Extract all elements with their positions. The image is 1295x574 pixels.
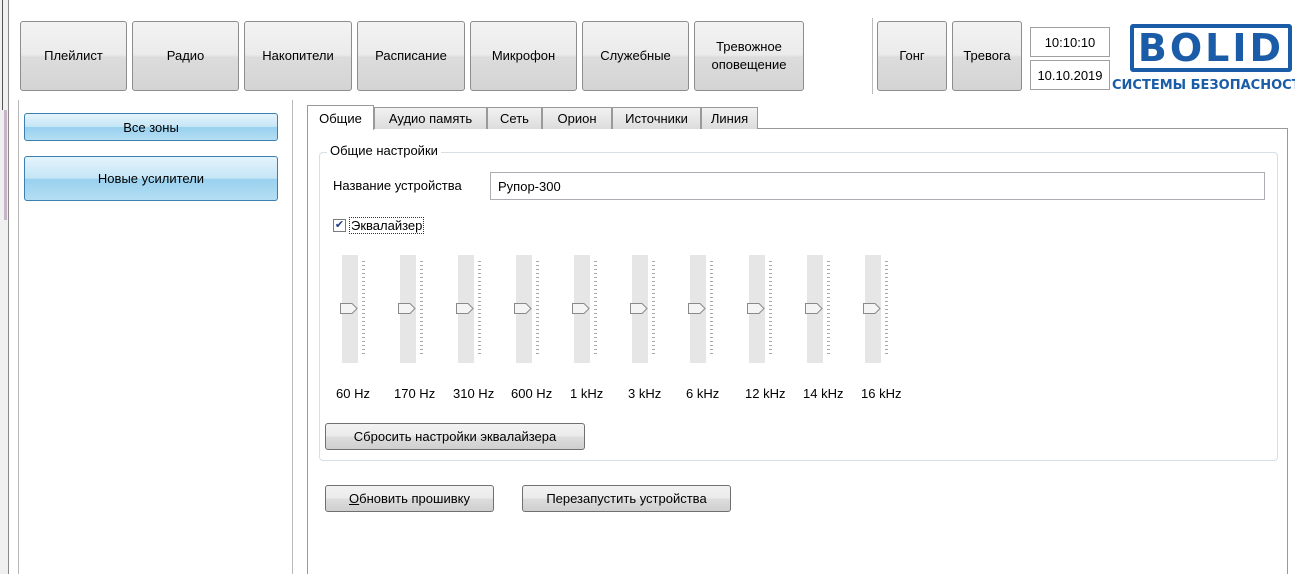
eq-band-label: 14 kHz xyxy=(803,386,844,401)
tab-line[interactable]: Линия xyxy=(701,107,758,129)
zone-all-button[interactable]: Все зоны xyxy=(24,113,278,141)
eq-slider-thumb[interactable] xyxy=(688,302,706,314)
eq-slider[interactable] xyxy=(630,255,656,363)
checkmark-icon: ✔ xyxy=(334,219,345,231)
tab-network[interactable]: Сеть xyxy=(487,107,542,129)
eq-slider[interactable] xyxy=(456,255,482,363)
window-left-edge xyxy=(0,0,8,574)
eq-slider-ticks xyxy=(420,261,423,357)
equalizer-checkbox[interactable]: ✔ xyxy=(333,219,346,232)
logo-brand: BOLID xyxy=(1130,24,1292,72)
schedule-button[interactable]: Расписание xyxy=(357,21,465,91)
eq-band-label: 1 kHz xyxy=(570,386,604,401)
device-name-value: Рупор-300 xyxy=(498,178,561,194)
eq-slider-ticks xyxy=(652,261,655,357)
storage-button[interactable]: Накопители xyxy=(244,21,352,91)
service-button[interactable]: Служебные xyxy=(582,21,689,91)
eq-slider-ticks xyxy=(594,261,597,357)
eq-slider[interactable] xyxy=(688,255,714,363)
clock-time: 10:10:10 xyxy=(1030,27,1110,57)
eq-band-label: 60 Hz xyxy=(336,386,370,401)
radio-button[interactable]: Радио xyxy=(132,21,239,91)
update-firmware-mnemonic: О xyxy=(349,491,360,506)
eq-slider-ticks xyxy=(885,261,888,357)
eq-slider[interactable] xyxy=(805,255,831,363)
eq-band-label: 3 kHz xyxy=(628,386,662,401)
eq-slider-thumb[interactable] xyxy=(572,302,590,314)
update-firmware-button[interactable]: Обновить прошивку xyxy=(325,485,494,512)
eq-slider-thumb[interactable] xyxy=(398,302,416,314)
tab-audio-memory[interactable]: Аудио память xyxy=(374,107,487,129)
eq-slider-ticks xyxy=(827,261,830,357)
restart-devices-button[interactable]: Перезапустить устройства xyxy=(522,485,731,512)
eq-slider-thumb[interactable] xyxy=(340,302,358,314)
eq-slider-ticks xyxy=(710,261,713,357)
device-name-label: Название устройства xyxy=(333,178,462,193)
gong-button[interactable]: Гонг xyxy=(877,21,947,91)
tab-general[interactable]: Общие xyxy=(307,105,374,130)
eq-slider[interactable] xyxy=(572,255,598,363)
eq-slider-thumb[interactable] xyxy=(805,302,823,314)
update-firmware-label: бновить прошивку xyxy=(359,491,470,506)
eq-slider-ticks xyxy=(536,261,539,357)
eq-slider[interactable] xyxy=(398,255,424,363)
tab-sources[interactable]: Источники xyxy=(612,107,701,129)
eq-band-label: 600 Hz xyxy=(511,386,553,401)
eq-band-label: 12 kHz xyxy=(745,386,786,401)
eq-band-label: 16 kHz xyxy=(861,386,902,401)
eq-band-label: 170 Hz xyxy=(394,386,436,401)
equalizer-label[interactable]: Эквалайзер xyxy=(349,217,425,234)
group-title: Общие настройки xyxy=(327,143,441,158)
eq-slider-thumb[interactable] xyxy=(630,302,648,314)
device-name-input[interactable]: Рупор-300 xyxy=(490,172,1265,200)
eq-slider-ticks xyxy=(362,261,365,357)
eq-band-label: 6 kHz xyxy=(686,386,720,401)
eq-slider-ticks xyxy=(769,261,772,357)
eq-band-label: 310 Hz xyxy=(453,386,495,401)
alarm-button[interactable]: Тревога xyxy=(952,21,1022,91)
bolid-logo: BOLID СИСТЕМЫ БЕЗОПАСНОСТИ xyxy=(1110,24,1295,99)
eq-slider[interactable] xyxy=(514,255,540,363)
eq-slider[interactable] xyxy=(863,255,889,363)
eq-slider[interactable] xyxy=(747,255,773,363)
logo-subtitle: СИСТЕМЫ БЕЗОПАСНОСТИ xyxy=(1112,78,1295,93)
eq-slider-thumb[interactable] xyxy=(514,302,532,314)
eq-slider-thumb[interactable] xyxy=(863,302,881,314)
eq-slider[interactable] xyxy=(340,255,366,363)
toolbar-divider xyxy=(872,18,873,94)
alarm-notify-button[interactable]: Тревожное оповещение xyxy=(694,21,804,91)
eq-slider-thumb[interactable] xyxy=(456,302,474,314)
eq-slider-ticks xyxy=(478,261,481,357)
zone-new-amps-button[interactable]: Новые усилители xyxy=(24,156,278,201)
clock-date: 10.10.2019 xyxy=(1030,60,1110,90)
reset-equalizer-button[interactable]: Сбросить настройки эквалайзера xyxy=(325,423,585,450)
microphone-button[interactable]: Микрофон xyxy=(470,21,577,91)
tab-orion[interactable]: Орион xyxy=(542,107,612,129)
eq-slider-thumb[interactable] xyxy=(747,302,765,314)
playlist-button[interactable]: Плейлист xyxy=(20,21,127,91)
